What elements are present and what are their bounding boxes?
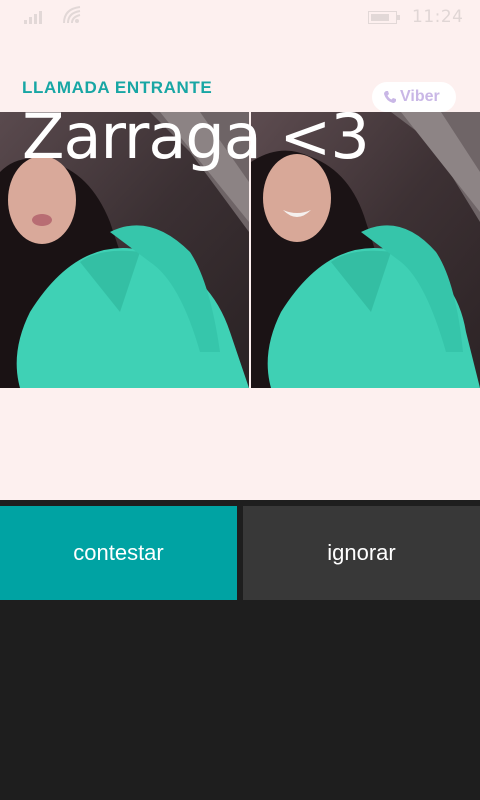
caller-name: Zarraga <3	[22, 100, 370, 173]
bottom-area	[0, 600, 480, 800]
incoming-call-label: LLAMADA ENTRANTE	[22, 78, 213, 97]
status-bar: 11:24	[0, 0, 480, 36]
caller-info-area: 11:24 LLAMADA ENTRANTE Viber Zarraga <3	[0, 0, 480, 500]
clock: 11:24	[412, 7, 464, 27]
wifi-icon	[63, 6, 81, 24]
viber-phone-icon	[384, 91, 396, 103]
answer-button[interactable]: contestar	[0, 506, 237, 600]
signal-icon	[24, 11, 42, 24]
ignore-button[interactable]: ignorar	[243, 506, 480, 600]
incoming-call-screen: 11:24 LLAMADA ENTRANTE Viber Zarraga <3 …	[0, 0, 480, 800]
viber-logo-text: Viber	[400, 88, 440, 105]
battery-icon	[368, 11, 400, 24]
